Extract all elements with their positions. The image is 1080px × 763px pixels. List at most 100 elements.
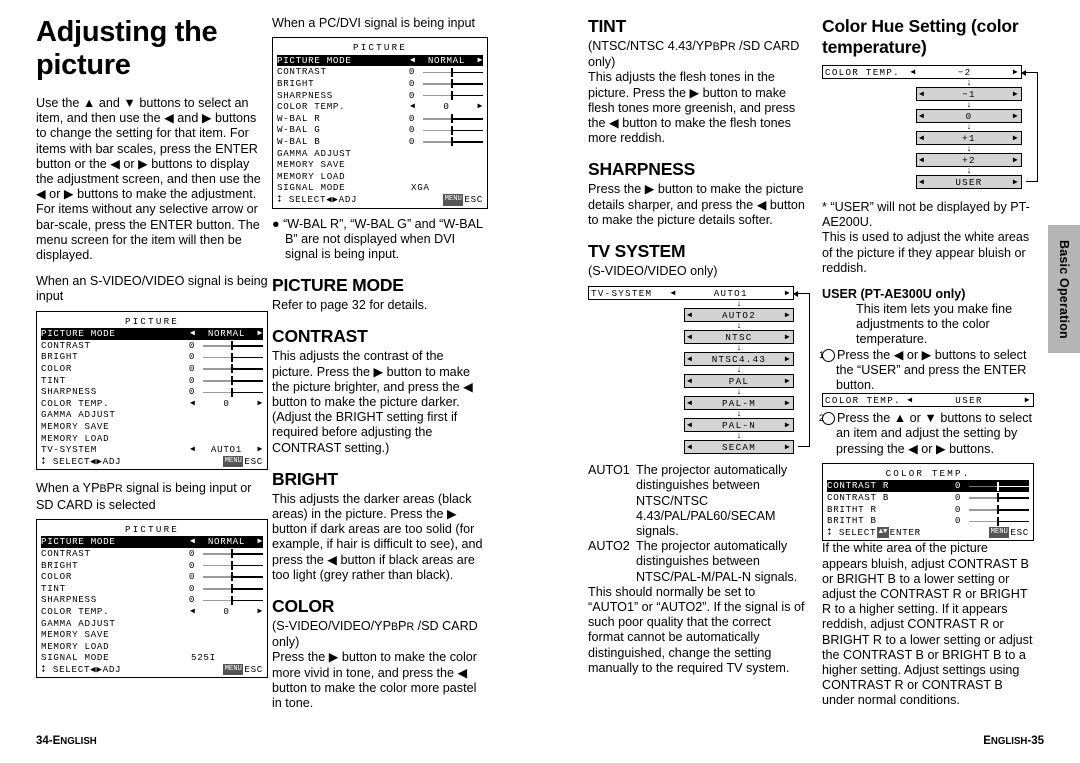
osd-menu-item[interactable]: GAMMA ADJUST: [41, 618, 263, 630]
cycle-option-label: PAL-N: [721, 419, 757, 431]
right-arrow-icon[interactable]: ▶: [1013, 89, 1019, 99]
right-arrow-icon[interactable]: ▶: [785, 442, 791, 452]
osd-menu-item[interactable]: SHARPNESS 0: [41, 594, 263, 606]
right-arrow-icon[interactable]: ▶: [1013, 133, 1019, 143]
osd-item-label: SIGNAL MODE: [277, 182, 346, 194]
right-arrow-icon[interactable]: ▶: [257, 536, 263, 548]
osd-item-value: 0: [188, 547, 196, 559]
osd-menu-item[interactable]: W-BAL B 0: [277, 136, 483, 148]
osd-menu-item[interactable]: MEMORY SAVE: [41, 629, 263, 641]
bar-scale[interactable]: [423, 137, 483, 147]
osd-menu-item[interactable]: COLOR TEMP. ◀ 0 ▶: [41, 398, 263, 410]
right-arrow-icon[interactable]: ▶: [785, 398, 791, 408]
osd-item-label: MEMORY LOAD: [41, 640, 110, 652]
osd-menu-item[interactable]: CONTRAST R 0: [827, 480, 1029, 493]
osd-item-label: MEMORY SAVE: [41, 420, 110, 432]
right-arrow-icon[interactable]: ▶: [1013, 155, 1019, 165]
osd-menu-item[interactable]: GAMMA ADJUST: [277, 148, 483, 160]
osd-menu-item[interactable]: CONTRAST 0: [277, 66, 483, 78]
osd-menu-item[interactable]: MEMORY SAVE: [277, 159, 483, 171]
osd-menu-item[interactable]: PICTURE MODE ◀ NORMAL ▶: [41, 328, 263, 340]
bar-scale[interactable]: [203, 387, 263, 397]
osd-menu-item[interactable]: BRIGHT 0: [41, 560, 263, 572]
right-arrow-icon[interactable]: ▶: [785, 354, 791, 364]
osd-menu-item[interactable]: PICTURE MODE ◀ NORMAL ▶: [41, 536, 263, 548]
cycle-row: ◀ USER ▶: [822, 175, 1034, 189]
right-arrow-icon[interactable]: ▶: [785, 310, 791, 320]
bar-scale[interactable]: [423, 114, 483, 124]
right-arrow-icon[interactable]: ▶: [257, 444, 263, 456]
right-arrow-icon[interactable]: ▶: [477, 101, 483, 113]
bar-scale[interactable]: [203, 352, 263, 362]
osd-menu-item[interactable]: MEMORY LOAD: [277, 171, 483, 183]
osd-menu-item[interactable]: COLOR 0: [41, 363, 263, 375]
osd-menu-item[interactable]: MEMORY LOAD: [41, 433, 263, 445]
bar-scale[interactable]: [969, 504, 1029, 514]
osd-menu-item[interactable]: TINT 0: [41, 375, 263, 387]
cycle-row: ◀ SECAM ▶: [588, 440, 806, 455]
bar-scale[interactable]: [203, 595, 263, 605]
right-arrow-icon[interactable]: ▶: [1013, 177, 1019, 187]
osd-menu-item[interactable]: BRITHT R 0: [827, 504, 1029, 516]
down-arrow-icon: ↓: [736, 408, 742, 419]
osd-menu-item[interactable]: CONTRAST B 0: [827, 492, 1029, 504]
osd-item-value: 0: [443, 101, 450, 113]
right-arrow-icon[interactable]: ▶: [785, 420, 791, 430]
osd-menu-item[interactable]: TV-SYSTEM ◀ AUTO1 ▶: [41, 444, 263, 456]
cycle-option-box[interactable]: COLOR TEMP. ◀ −2 ▶: [822, 65, 1022, 79]
osd-menu-item[interactable]: SIGNAL MODE XGA: [277, 182, 483, 194]
cycle-option-box[interactable]: ◀ SECAM ▶: [684, 440, 794, 455]
osd-menu-item[interactable]: SHARPNESS 0: [277, 90, 483, 102]
bar-scale[interactable]: [203, 375, 263, 385]
right-arrow-icon[interactable]: ▶: [257, 398, 263, 410]
osd-menu-item[interactable]: CONTRAST 0: [41, 340, 263, 352]
right-arrow-icon[interactable]: ▶: [257, 606, 263, 618]
right-arrow-icon[interactable]: ▶: [785, 332, 791, 342]
text-tint: This adjusts the flesh tones in the pict…: [588, 70, 796, 146]
osd-item-label: PICTURE MODE: [41, 536, 116, 548]
bar-scale[interactable]: [969, 516, 1029, 526]
down-arrow-icon: ↓: [736, 386, 742, 397]
osd-menu-item[interactable]: CONTRAST 0: [41, 548, 263, 560]
osd-menu-item[interactable]: GAMMA ADJUST: [41, 409, 263, 421]
osd-menu-item[interactable]: W-BAL R 0: [277, 113, 483, 125]
right-arrow-icon[interactable]: ▶: [1013, 67, 1019, 77]
bar-scale[interactable]: [423, 125, 483, 135]
heading-picture-mode: PICTURE MODE: [272, 275, 404, 296]
column-four: Color Hue Setting (color temperature) CO…: [819, 16, 1038, 709]
osd-menu-item[interactable]: COLOR TEMP. ◀ 0 ▶: [41, 606, 263, 618]
osd-menu-item[interactable]: PICTURE MODE ◀ NORMAL ▶: [277, 54, 483, 67]
right-arrow-icon[interactable]: ▶: [257, 328, 263, 340]
cycle-option-box[interactable]: TV-SYSTEM ◀ AUTO1 ▶: [588, 286, 794, 301]
bar-scale[interactable]: [203, 364, 263, 374]
osd-menu-item[interactable]: BRIGHT 0: [41, 351, 263, 363]
bar-scale[interactable]: [203, 560, 263, 570]
osd-menu-item[interactable]: SHARPNESS 0: [41, 386, 263, 398]
bar-scale[interactable]: [969, 481, 1029, 491]
osd-menu-item[interactable]: TINT 0: [41, 583, 263, 595]
bar-scale[interactable]: [203, 572, 263, 582]
bar-scale[interactable]: [203, 584, 263, 594]
right-arrow-icon[interactable]: ▶: [1013, 111, 1019, 121]
osd-menu-item[interactable]: COLOR 0: [41, 571, 263, 583]
right-arrow-icon[interactable]: ▶: [785, 288, 791, 298]
tv-system-cycle-diagram: TV-SYSTEM ◀ AUTO1 ▶ ↓ ◀ AUTO2 ▶ ↓ ◀ NTSC ▶ ↓ ◀ NTSC4.4…: [588, 286, 810, 455]
osd-menu-item[interactable]: COLOR TEMP. ◀ 0 ▶: [277, 101, 483, 113]
bar-scale[interactable]: [203, 341, 263, 351]
bar-scale[interactable]: [423, 67, 483, 77]
cycle-option-box[interactable]: ◀ USER ▶: [916, 175, 1022, 189]
right-arrow-icon[interactable]: ▶: [785, 376, 791, 386]
bar-scale[interactable]: [423, 79, 483, 89]
osd-menu-item[interactable]: BRIGHT 0: [277, 78, 483, 90]
bar-scale[interactable]: [203, 549, 263, 559]
osd-menu-item[interactable]: MEMORY LOAD: [41, 641, 263, 653]
bar-scale[interactable]: [969, 493, 1029, 503]
bar-scale[interactable]: [423, 90, 483, 100]
osd-menu-item[interactable]: W-BAL G 0: [277, 124, 483, 136]
osd-menu-item[interactable]: BRITHT B 0: [827, 515, 1029, 527]
osd-item-label: SHARPNESS: [277, 89, 333, 101]
osd-menu-item[interactable]: MEMORY SAVE: [41, 421, 263, 433]
osd-menu-item[interactable]: SIGNAL MODE 525I: [41, 652, 263, 664]
text-color-hue-tail: If the white area of the picture appears…: [822, 541, 1033, 708]
right-arrow-icon[interactable]: ▶: [477, 55, 483, 67]
